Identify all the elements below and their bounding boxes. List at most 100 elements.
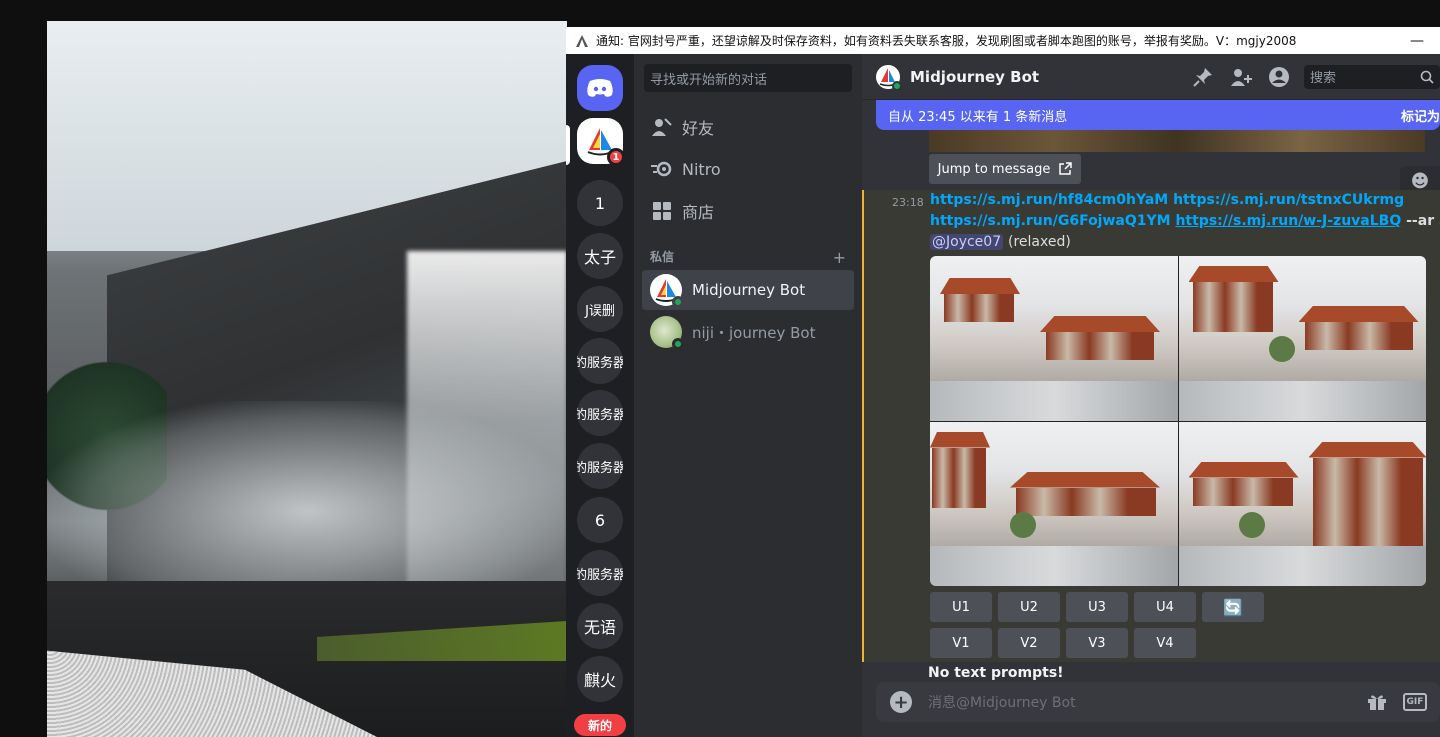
gif-label: GIF [1403, 693, 1427, 711]
v4-button[interactable]: V4 [1134, 628, 1196, 658]
new-messages-text: 自从 23:45 以来有 1 条新消息 [888, 109, 1068, 125]
dm-row-niji-journey-bot[interactable]: niji・journey Bot [642, 312, 854, 352]
add-friend-icon[interactable] [1228, 65, 1254, 89]
server-midjourney[interactable]: 1 [577, 118, 625, 166]
v2-button[interactable]: V2 [998, 628, 1060, 658]
prompt-link[interactable]: https://s.mj.run/hf84cm0hYaM [930, 192, 1168, 208]
server-item[interactable]: 麒火 [577, 656, 623, 702]
u2-button[interactable]: U2 [998, 592, 1060, 622]
search-icon [1420, 70, 1434, 84]
dm-search-input[interactable]: 寻找或开始新的对话 [644, 64, 852, 92]
nitro-icon [642, 160, 682, 178]
variation-button-row: V1 V2 V3 V4 [930, 628, 1270, 658]
u4-button[interactable]: U4 [1134, 592, 1196, 622]
online-status-icon [892, 80, 902, 91]
mark-as-read-button[interactable]: 标记为 [1401, 106, 1440, 125]
dm-sidebar: 寻找或开始新的对话 好友 Nitro 商店 私信 + Midjourney Bo… [634, 54, 862, 737]
online-status-icon [672, 296, 684, 308]
active-server-pill [566, 125, 570, 165]
dm-section-header: 私信 + [650, 248, 846, 267]
new-servers-badge[interactable]: 新的 [574, 714, 626, 736]
message-line-3: @Joyce07 (relaxed) [930, 234, 1071, 250]
nav-nitro-label: Nitro [682, 159, 721, 179]
dm-row-name: niji・journey Bot [692, 323, 816, 342]
message-composer[interactable]: + 消息@Midjourney Bot GIF [876, 682, 1440, 722]
server-item[interactable]: 无语 [577, 603, 623, 649]
server-item[interactable]: J误删 [577, 286, 623, 332]
v1-button[interactable]: V1 [930, 628, 992, 658]
app-icon [576, 34, 588, 47]
prompt-params: --ar 3:2 [1406, 213, 1440, 229]
mention-badge: 1 [607, 148, 625, 166]
next-message-text: No text prompts! [928, 665, 1064, 681]
window-titlebar: 通知: 官网封号严重，还望谅解及时保存资料，如有资料丢失联系客服，发现刷图或者脚… [566, 27, 1440, 54]
server-item[interactable]: 的服务器 [577, 338, 623, 384]
chat-header: Midjourney Bot 搜索 [862, 54, 1440, 100]
server-item[interactable]: 6 [577, 497, 623, 543]
discord-window: 1 1 太子 J误删 的服务器 的服务器 的服务器 6 的服务器 无语 麒火 新… [566, 54, 1440, 737]
nav-friends-label: 好友 [682, 119, 715, 138]
external-link-icon [1059, 162, 1073, 175]
gif-icon[interactable]: GIF [1402, 691, 1428, 713]
minimize-button[interactable]: — [1394, 33, 1440, 49]
prompt-link[interactable]: https://s.mj.run/w-J-zuvaLBQ [1175, 213, 1401, 229]
server-rail: 1 1 太子 J误删 的服务器 的服务器 的服务器 6 的服务器 无语 麒火 新… [566, 54, 634, 737]
reroll-button[interactable]: 🔄 [1202, 592, 1264, 622]
header-search-input[interactable]: 搜索 [1304, 64, 1440, 89]
background-photo [47, 21, 567, 737]
nav-shop-label: 商店 [682, 203, 715, 222]
composer-input[interactable]: 消息@Midjourney Bot [928, 692, 1364, 712]
header-search-placeholder: 搜索 [1310, 71, 1337, 86]
message-line-1: https://s.mj.run/hf84cm0hYaM https://s.m… [930, 192, 1404, 208]
nav-nitro[interactable]: Nitro [642, 149, 854, 189]
chat-panel: Midjourney Bot 搜索 自从 23:45 以来有 1 条新消息 标记… [862, 54, 1440, 737]
previous-image-strip [929, 130, 1425, 152]
upscale-button-row: U1 U2 U3 U4 🔄 [930, 592, 1270, 622]
nav-friends[interactable]: 好友 [642, 107, 854, 147]
avatar [650, 316, 684, 350]
generated-image-3[interactable] [930, 421, 1178, 586]
prompt-link[interactable]: https://s.mj.run/G6FojwaQ1YM [930, 213, 1171, 229]
friends-icon [642, 117, 682, 137]
mode-status: (relaxed) [1007, 234, 1071, 250]
nav-shop[interactable]: 商店 [642, 191, 854, 231]
notice-text: 通知: 官网封号严重，还望谅解及时保存资料，如有资料丢失联系客服，发现刷图或者脚… [596, 34, 1297, 48]
generated-image-2[interactable] [1178, 256, 1426, 421]
jump-label: Jump to message [937, 161, 1051, 177]
dm-row-name: Midjourney Bot [692, 281, 806, 299]
online-status-icon [672, 338, 684, 350]
dm-row-midjourney-bot[interactable]: Midjourney Bot [642, 270, 854, 310]
pin-icon[interactable] [1190, 65, 1216, 89]
u1-button[interactable]: U1 [930, 592, 992, 622]
jump-to-message-button[interactable]: Jump to message [929, 154, 1081, 184]
generated-image-4[interactable] [1178, 421, 1426, 586]
u3-button[interactable]: U3 [1066, 592, 1128, 622]
discord-home-button[interactable] [577, 65, 623, 111]
chat-title: Midjourney Bot [910, 67, 1040, 86]
image-grid[interactable] [930, 256, 1426, 586]
server-item[interactable]: 的服务器 [577, 390, 623, 436]
screen: 通知: 官网封号严重，还望谅解及时保存资料，如有资料丢失联系客服，发现刷图或者脚… [0, 0, 1440, 737]
user-profile-icon[interactable] [1266, 65, 1292, 89]
shop-icon [642, 201, 682, 221]
message-timestamp: 23:18 [892, 196, 924, 209]
dm-section-title: 私信 [650, 250, 675, 264]
header-avatar [876, 64, 902, 91]
create-dm-button[interactable]: + [833, 248, 846, 267]
prompt-link[interactable]: https://s.mj.run/tstnxCUkrmg [1173, 192, 1404, 208]
new-messages-banner[interactable]: 自从 23:45 以来有 1 条新消息 标记为 [876, 100, 1440, 130]
avatar [650, 274, 684, 308]
server-item[interactable]: 1 [577, 180, 623, 226]
server-item[interactable]: 的服务器 [577, 550, 623, 596]
attach-plus-icon[interactable]: + [890, 691, 912, 713]
v3-button[interactable]: V3 [1066, 628, 1128, 658]
gift-icon[interactable] [1364, 691, 1390, 713]
message-item: 23:18 https://s.mj.run/hf84cm0hYaM https… [862, 190, 1440, 662]
discord-logo-icon [587, 79, 613, 97]
message-line-2: https://s.mj.run/G6FojwaQ1YM https://s.m… [930, 213, 1440, 229]
server-item[interactable]: 太子 [577, 233, 623, 279]
user-mention[interactable]: @Joyce07 [930, 234, 1004, 250]
server-item[interactable]: 的服务器 [577, 443, 623, 489]
generated-image-1[interactable] [930, 256, 1178, 421]
reroll-icon: 🔄 [1223, 597, 1243, 617]
